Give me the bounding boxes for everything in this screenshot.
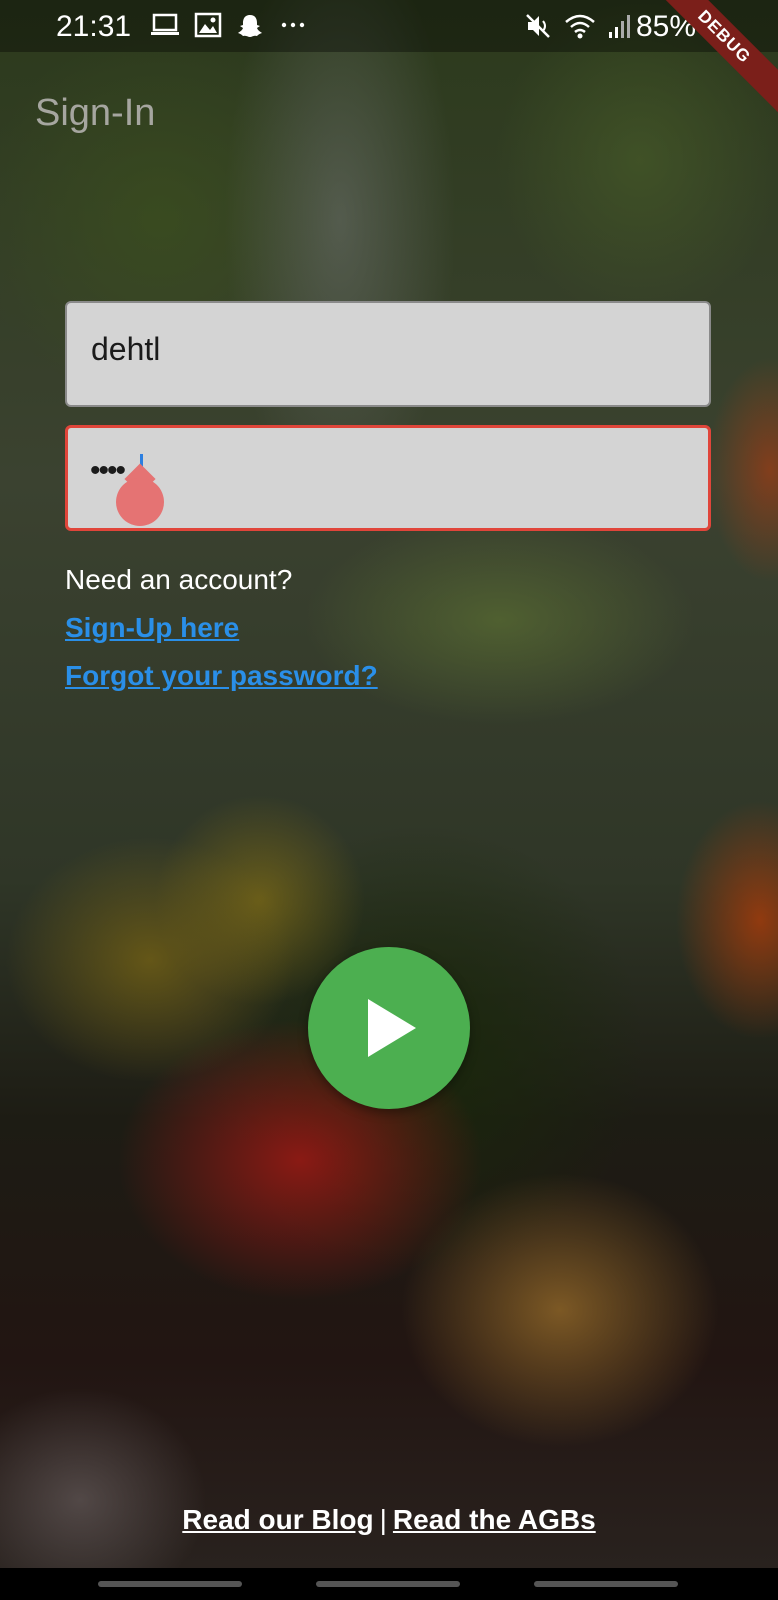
need-account-label: Need an account? [65,564,293,595]
footer-links: Read our Blog | Read the AGBs [0,1504,778,1536]
wifi-icon [564,12,596,45]
nav-back-button[interactable] [534,1581,678,1587]
cursor-handle[interactable] [116,478,164,526]
status-bar: 21:31 85% [0,0,778,52]
navigation-bar [0,1568,778,1600]
username-value: dehtl [91,331,161,367]
username-field[interactable]: dehtl [65,301,711,407]
signal-icon [608,12,632,45]
forgot-password-link[interactable]: Forgot your password? [65,660,378,692]
signup-link[interactable]: Sign-Up here [65,612,239,644]
status-icons-left [150,12,308,45]
snapchat-icon [236,12,264,45]
image-icon [194,12,222,45]
mute-icon [524,12,552,45]
laptop-icon [150,12,180,45]
background-image [0,0,778,1600]
play-icon [368,999,416,1057]
status-time: 21:31 [56,10,132,43]
page-title: Sign-In [35,92,156,134]
status-icons-right [524,12,632,45]
nav-recents-button[interactable] [98,1581,242,1587]
nav-home-button[interactable] [316,1581,460,1587]
footer-separator: | [379,1504,387,1535]
password-field[interactable]: •••• [65,425,711,531]
agbs-link[interactable]: Read the AGBs [393,1504,596,1535]
password-value: •••• [90,454,126,487]
more-icon [278,12,308,45]
blog-link[interactable]: Read our Blog [182,1504,373,1535]
play-button[interactable] [308,947,470,1109]
